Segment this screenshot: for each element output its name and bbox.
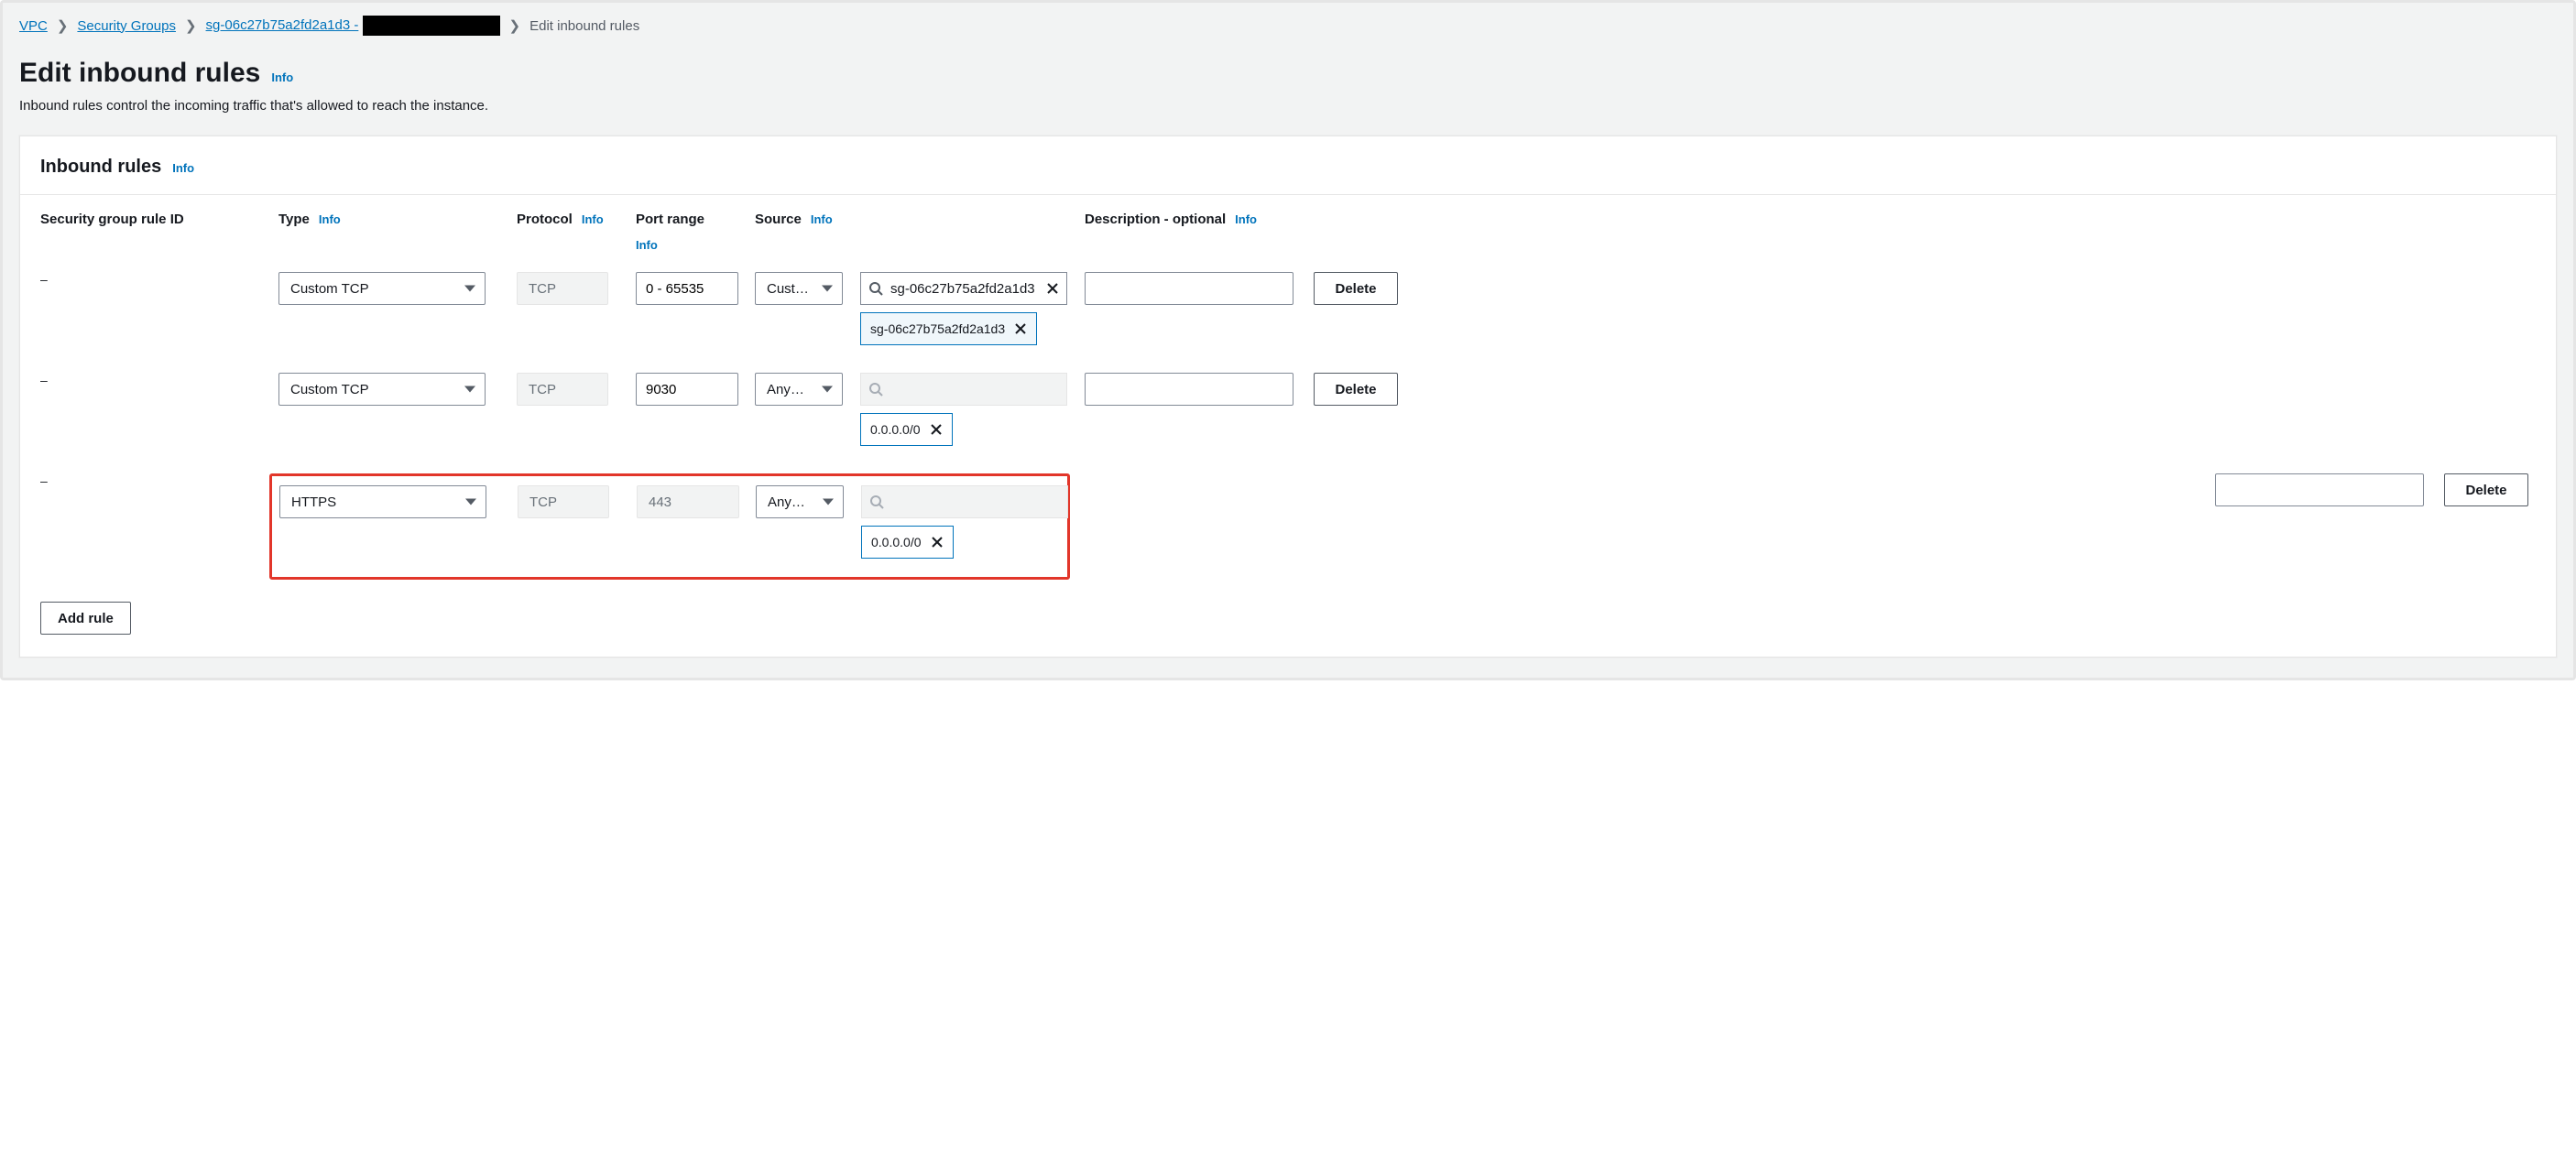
th-type: Type: [278, 212, 310, 227]
source-tag: sg-06c27b75a2fd2a1d3: [860, 312, 1037, 345]
remove-tag-icon[interactable]: [930, 423, 943, 436]
source-mode-select[interactable]: Anyw…: [755, 373, 843, 406]
protocol-field: TCP: [518, 485, 609, 518]
breadcrumb-current: Edit inbound rules: [529, 18, 639, 34]
highlight-box: HTTPS TCP 443 Anyw…: [269, 473, 1070, 580]
port-range-field: 443: [637, 485, 739, 518]
info-link[interactable]: Info: [319, 212, 341, 226]
chevron-down-icon: [822, 386, 833, 393]
type-select[interactable]: Custom TCP: [278, 373, 486, 406]
th-source: Source: [755, 212, 802, 227]
description-input[interactable]: [2215, 473, 2424, 506]
source-tag: 0.0.0.0/0: [860, 413, 953, 446]
source-tag-text: 0.0.0.0/0: [871, 535, 922, 549]
type-select[interactable]: Custom TCP: [278, 272, 486, 305]
source-search[interactable]: sg-06c27b75a2fd2a1d3: [860, 272, 1067, 305]
source-search[interactable]: [861, 485, 1068, 518]
chevron-right-icon: ❯: [185, 17, 197, 34]
source-search[interactable]: [860, 373, 1067, 406]
source-tag-text: sg-06c27b75a2fd2a1d3: [870, 321, 1005, 336]
redacted-sg-name: [363, 16, 500, 36]
page-title: Edit inbound rules: [19, 58, 260, 89]
chevron-down-icon: [464, 386, 475, 393]
rule-row: – HTTPS TCP 443 Anyw…: [40, 462, 2536, 596]
rule-id: –: [40, 373, 278, 387]
add-rule-button[interactable]: Add rule: [40, 602, 131, 635]
chevron-down-icon: [823, 499, 834, 505]
info-link[interactable]: Info: [172, 161, 194, 175]
description-input[interactable]: [1085, 373, 1293, 406]
remove-tag-icon[interactable]: [1014, 322, 1027, 335]
rule-row: – Custom TCP TCP Anyw…: [40, 362, 2536, 462]
search-icon: [869, 495, 884, 509]
clear-icon[interactable]: [1046, 282, 1059, 295]
rule-row: – Custom TCP TCP Custom: [40, 261, 2536, 362]
rules-table-header: Security group rule ID Type Info Protoco…: [40, 195, 2536, 261]
breadcrumb: VPC ❯ Security Groups ❯ sg-06c27b75a2fd2…: [3, 3, 2573, 43]
rule-id: –: [40, 272, 278, 287]
delete-button[interactable]: Delete: [1314, 373, 1398, 406]
breadcrumb-sg-id[interactable]: sg-06c27b75a2fd2a1d3 -: [206, 17, 359, 33]
rule-id: –: [40, 473, 278, 488]
source-mode-select[interactable]: Custom: [755, 272, 843, 305]
search-icon: [868, 281, 883, 296]
delete-button[interactable]: Delete: [2444, 473, 2528, 506]
th-protocol: Protocol: [517, 212, 573, 227]
th-description: Description - optional: [1085, 212, 1226, 227]
protocol-field: TCP: [517, 373, 608, 406]
chevron-right-icon: ❯: [57, 17, 69, 34]
remove-tag-icon[interactable]: [931, 536, 944, 549]
type-select[interactable]: HTTPS: [279, 485, 486, 518]
breadcrumb-vpc[interactable]: VPC: [19, 18, 48, 34]
port-range-input[interactable]: [636, 373, 738, 406]
th-port-range: Port range: [636, 212, 704, 227]
source-tag-text: 0.0.0.0/0: [870, 422, 921, 437]
inbound-rules-panel: Inbound rules Info Security group rule I…: [19, 136, 2557, 658]
port-range-input[interactable]: [636, 272, 738, 305]
search-icon: [868, 382, 883, 397]
delete-button[interactable]: Delete: [1314, 272, 1398, 305]
th-rule-id: Security group rule ID: [40, 212, 278, 227]
chevron-down-icon: [822, 286, 833, 292]
page-subtitle: Inbound rules control the incoming traff…: [19, 98, 2557, 114]
chevron-right-icon: ❯: [509, 17, 521, 34]
info-link[interactable]: Info: [1235, 212, 1257, 226]
chevron-down-icon: [465, 499, 476, 505]
source-tag: 0.0.0.0/0: [861, 526, 954, 559]
source-mode-select[interactable]: Anyw…: [756, 485, 844, 518]
info-link[interactable]: Info: [811, 212, 833, 226]
panel-title: Inbound rules: [40, 157, 161, 178]
description-input[interactable]: [1085, 272, 1293, 305]
protocol-field: TCP: [517, 272, 608, 305]
info-link[interactable]: Info: [582, 212, 604, 226]
breadcrumb-security-groups[interactable]: Security Groups: [77, 18, 176, 34]
info-link[interactable]: Info: [271, 71, 293, 84]
info-link[interactable]: Info: [636, 238, 658, 252]
chevron-down-icon: [464, 286, 475, 292]
